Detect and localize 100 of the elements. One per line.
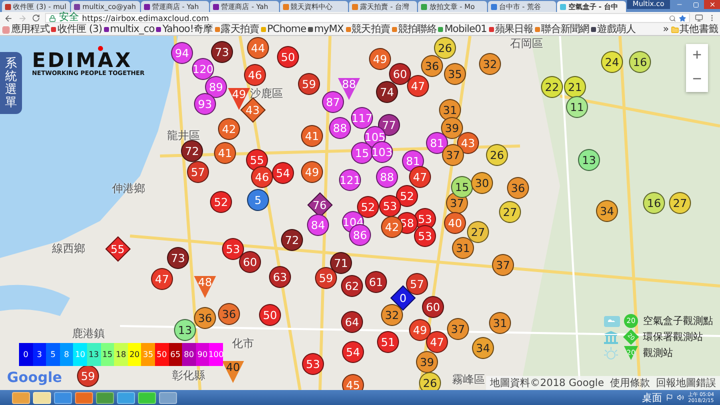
sensor-marker[interactable]: 94	[171, 42, 193, 64]
zoom-in-button[interactable]: +	[686, 44, 708, 68]
sensor-marker[interactable]: 41	[214, 142, 236, 164]
sensor-marker[interactable]: 59	[77, 365, 99, 387]
bookmark-link[interactable]: multix_co	[104, 24, 154, 35]
sensor-marker[interactable]: 49	[301, 161, 323, 183]
sensor-marker[interactable]: 26	[486, 144, 508, 166]
sensor-marker[interactable]: 81	[426, 132, 448, 154]
sensor-marker[interactable]: 34	[472, 337, 494, 359]
taskbar-app-icon[interactable]	[33, 392, 51, 404]
sensor-marker[interactable]: 37	[492, 254, 514, 276]
sensor-marker[interactable]: 30	[471, 172, 493, 194]
sensor-marker[interactable]: 57	[187, 161, 209, 183]
search-icon[interactable]	[669, 14, 676, 22]
sensor-marker[interactable]: 37	[447, 318, 469, 340]
sensor-marker[interactable]: 36	[194, 307, 216, 329]
sensor-marker[interactable]: 39	[441, 117, 463, 139]
sensor-marker[interactable]: 121	[339, 169, 361, 191]
sensor-marker[interactable]: 53	[379, 195, 401, 217]
sensor-marker[interactable]: 31	[452, 237, 474, 259]
bookmark-link[interactable]: 收件匣 (3)	[51, 24, 102, 35]
sensor-marker[interactable]: 15	[451, 176, 473, 198]
sensor-marker[interactable]: 32	[479, 53, 501, 75]
sensor-marker[interactable]: 47	[151, 268, 173, 290]
taskbar-app-icon[interactable]	[75, 392, 93, 404]
sensor-marker[interactable]: 61	[365, 271, 387, 293]
sensor-marker[interactable]: 45	[342, 374, 364, 390]
sensor-marker[interactable]: 31	[489, 312, 511, 334]
taskbar-app-icon[interactable]	[54, 392, 72, 404]
sensor-marker[interactable]: 46	[251, 166, 273, 188]
sensor-marker[interactable]: 71	[330, 252, 352, 274]
sensor-marker[interactable]: 60	[422, 296, 444, 318]
sensor-marker[interactable]: 37	[442, 144, 464, 166]
sensor-marker[interactable]: 50	[259, 304, 281, 326]
desktop-toolbar[interactable]: 桌面	[642, 390, 662, 404]
sensor-marker[interactable]: 73	[211, 41, 233, 63]
sensor-marker[interactable]: 47	[407, 75, 429, 97]
sensor-marker[interactable]: 44	[247, 37, 269, 59]
sensor-marker[interactable]: 54	[272, 162, 294, 184]
flag-icon[interactable]	[666, 394, 673, 401]
sensor-marker[interactable]: 54	[342, 341, 364, 363]
sensor-marker[interactable]: 36	[218, 303, 240, 325]
sensor-marker[interactable]: 31	[439, 99, 461, 121]
sensor-marker[interactable]: 39	[416, 351, 438, 373]
sensor-marker[interactable]: 46	[244, 64, 266, 86]
sensor-marker[interactable]: 88	[376, 166, 398, 188]
sensor-marker[interactable]: 36	[507, 177, 529, 199]
sensor-marker[interactable]: 59	[315, 267, 337, 289]
sensor-marker[interactable]: 87	[322, 91, 344, 113]
sensor-marker[interactable]: 47	[426, 331, 448, 353]
back-icon[interactable]	[4, 14, 13, 22]
sensor-marker[interactable]: 117	[351, 107, 373, 129]
sensor-marker[interactable]: 52	[357, 196, 379, 218]
sensor-marker[interactable]: 36	[421, 55, 443, 77]
sensor-marker[interactable]: 52	[210, 191, 232, 213]
sensor-marker[interactable]: 50	[277, 46, 299, 68]
sensor-marker[interactable]: 120	[192, 58, 214, 80]
sensor-marker[interactable]: 88	[338, 78, 360, 100]
sensor-marker[interactable]: 40	[222, 361, 244, 383]
sensor-marker[interactable]: 72	[281, 229, 303, 251]
bookmark-link[interactable]: 遊戲萌人	[591, 24, 636, 35]
sensor-marker[interactable]: 47	[409, 166, 431, 188]
sensor-marker[interactable]: 59	[298, 73, 320, 95]
sensor-marker[interactable]: 26	[434, 37, 456, 59]
zoom-out-button[interactable]: −	[686, 68, 708, 92]
sensor-marker[interactable]: 52	[396, 185, 418, 207]
sensor-marker[interactable]: 103	[371, 141, 393, 163]
sensor-marker[interactable]: 5	[247, 189, 269, 211]
sensor-marker[interactable]: 13	[174, 319, 196, 341]
bookmark-link[interactable]: 蘋果日報	[488, 24, 534, 35]
sensor-marker[interactable]: 73	[167, 247, 189, 269]
report-error-link[interactable]: 回報地圖錯誤	[656, 376, 716, 390]
bookmark-link[interactable]: myMX	[308, 24, 344, 35]
system-menu-tab[interactable]: 系統選單	[0, 52, 22, 114]
close-button[interactable]	[704, 0, 720, 9]
sensor-marker[interactable]: 93	[194, 93, 216, 115]
sensor-marker[interactable]: 64	[341, 311, 363, 333]
sensor-marker[interactable]: 53	[222, 238, 244, 260]
taskbar-app-icon[interactable]	[96, 392, 114, 404]
sensor-marker[interactable]: 53	[302, 353, 324, 375]
reload-icon[interactable]	[32, 14, 40, 22]
sensor-marker[interactable]: 27	[467, 221, 489, 243]
other-bookmarks-link[interactable]: 其他書籤	[670, 24, 718, 35]
sensor-marker[interactable]: 62	[341, 275, 363, 297]
sensor-marker[interactable]: 15	[351, 142, 373, 164]
bookmark-link[interactable]: PChome	[261, 24, 306, 35]
sensor-marker[interactable]: 35	[444, 63, 466, 85]
bookmark-link[interactable]: Mobile01	[438, 24, 487, 35]
sensor-marker[interactable]: 84	[307, 214, 329, 236]
sensor-marker[interactable]: 26	[419, 372, 441, 390]
taskbar-app-icon[interactable]	[159, 392, 177, 404]
terms-link[interactable]: 使用條款	[610, 376, 650, 390]
sensor-marker[interactable]: 89	[205, 76, 227, 98]
sensor-marker[interactable]: 55	[105, 236, 131, 262]
sensor-marker[interactable]: 74	[376, 81, 398, 103]
taskbar-app-icon[interactable]	[138, 392, 156, 404]
star-icon[interactable]	[679, 14, 686, 22]
sensor-marker[interactable]: 51	[377, 331, 399, 353]
sensor-marker[interactable]: 32	[381, 304, 403, 326]
sensor-marker[interactable]: 27	[499, 201, 521, 223]
